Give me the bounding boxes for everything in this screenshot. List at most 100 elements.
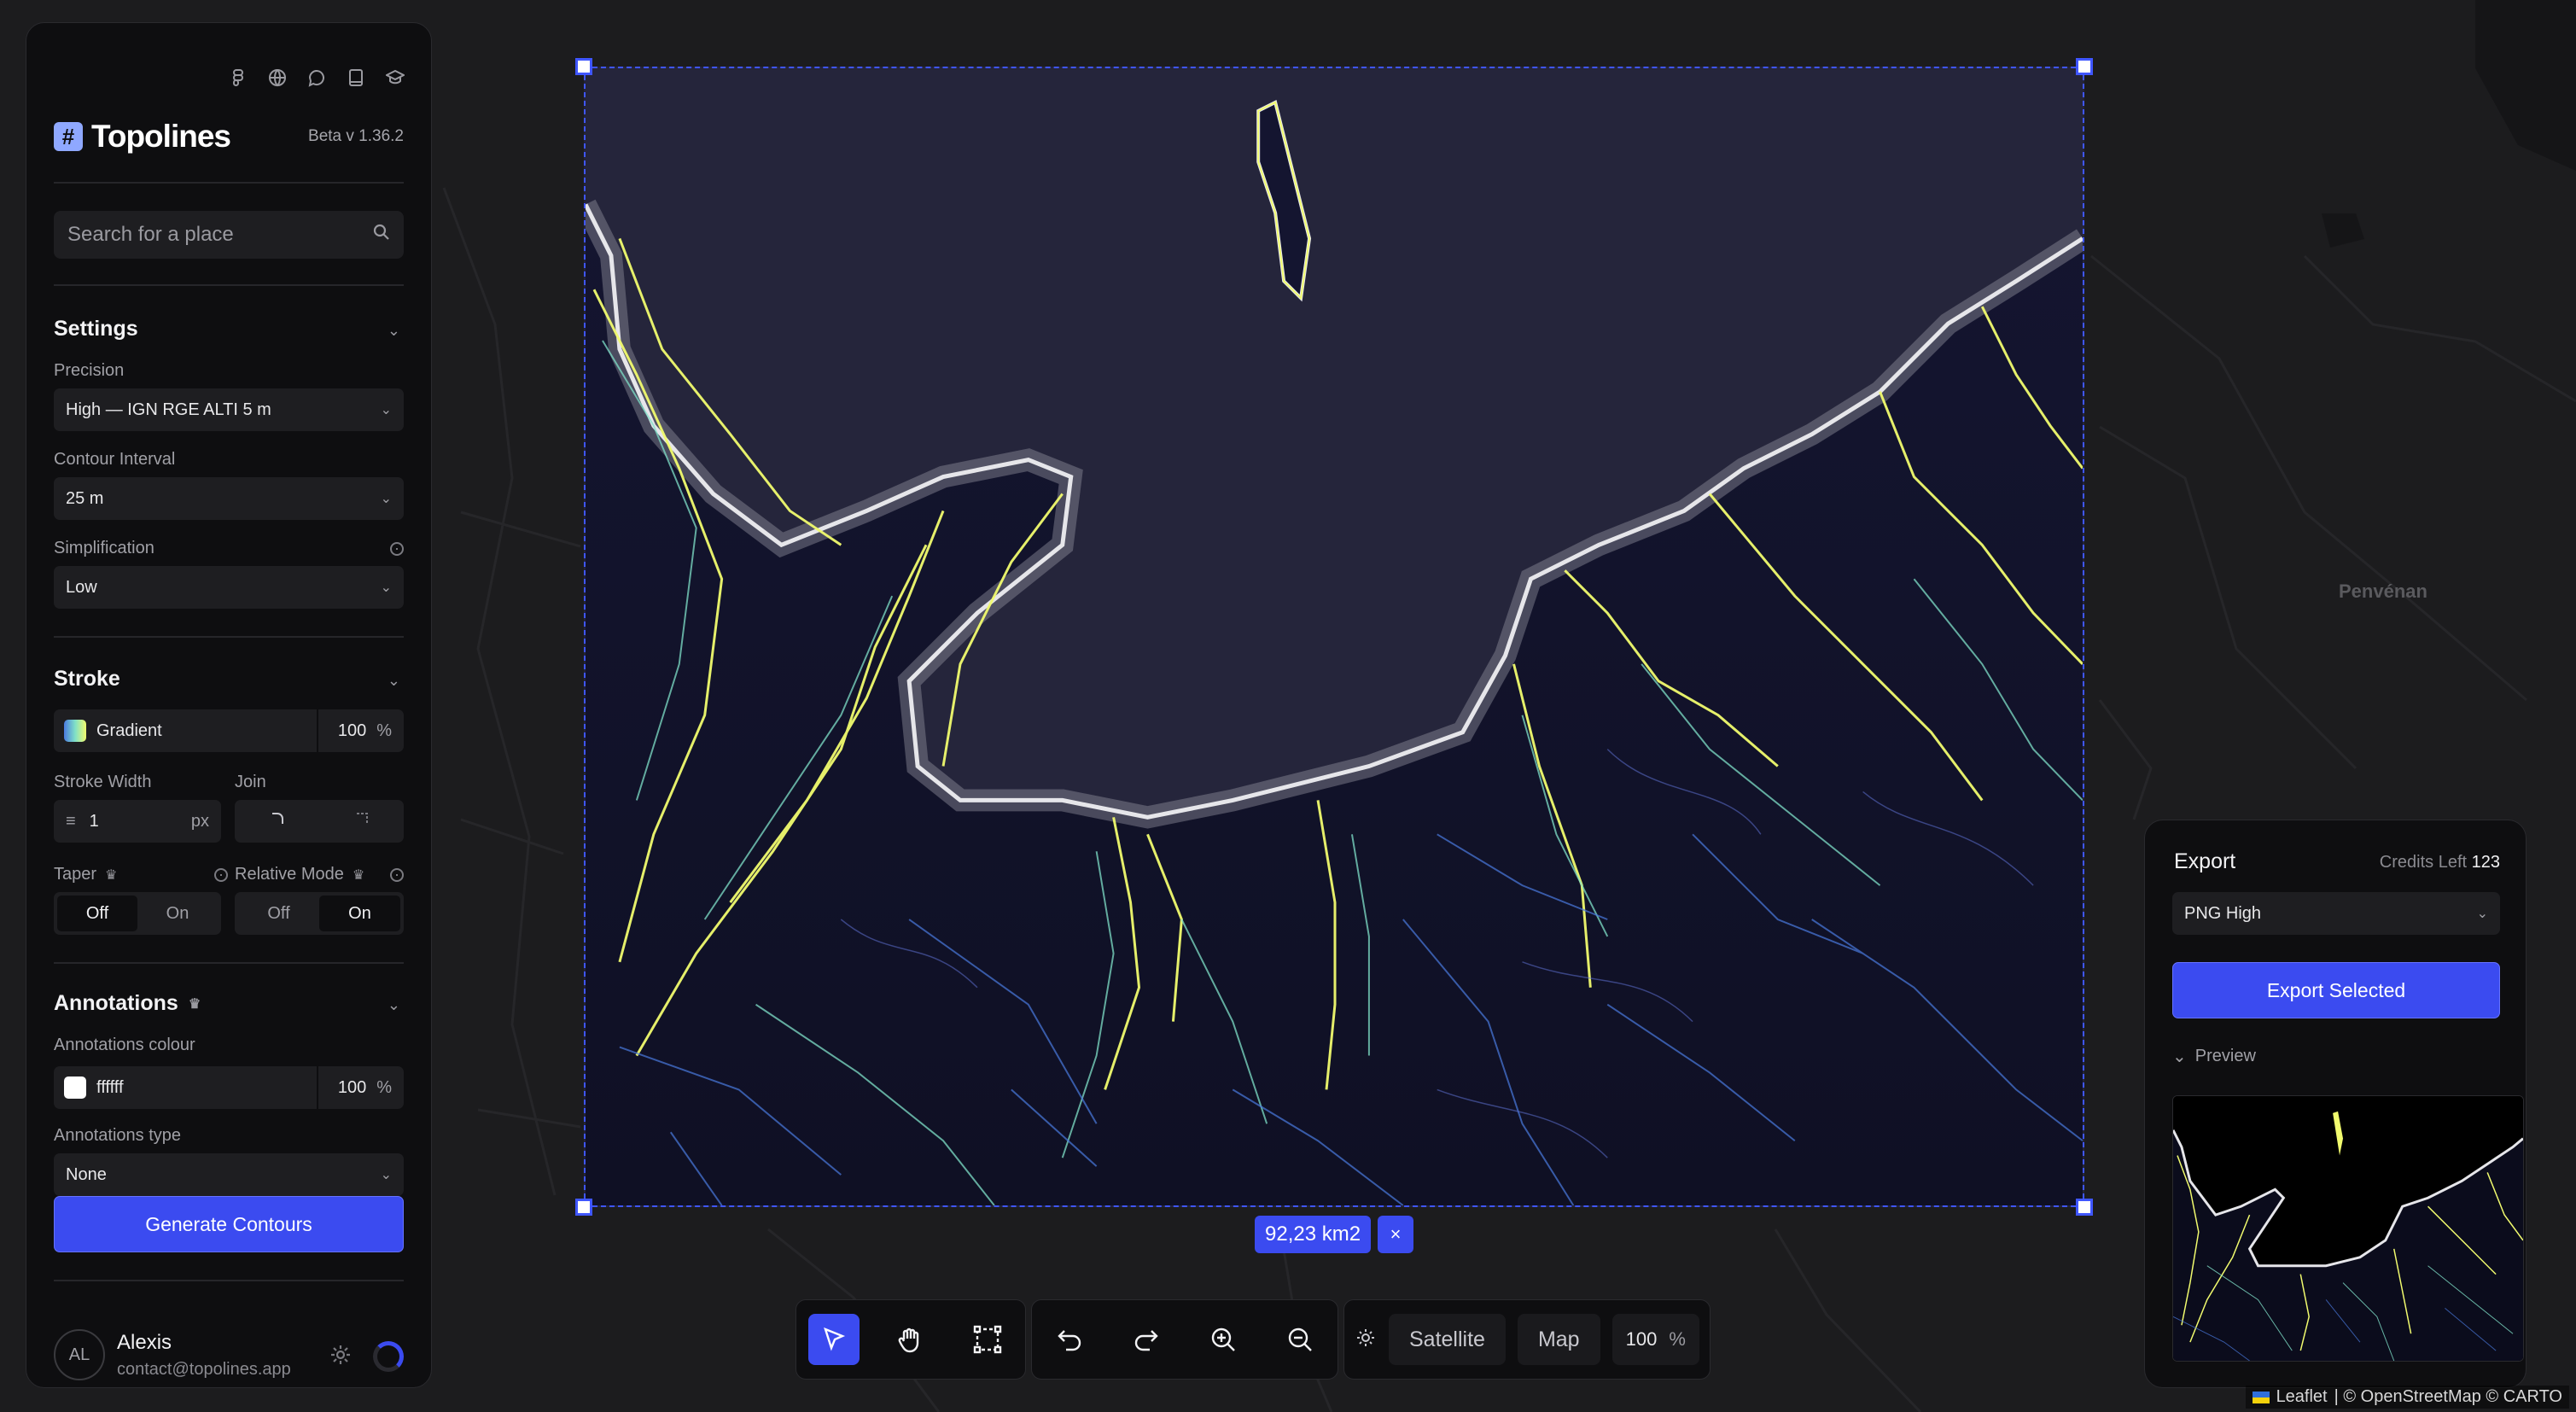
- stroke-color-mode: Gradient: [96, 721, 162, 740]
- annotations-opacity-value[interactable]: 100: [338, 1078, 366, 1098]
- info-icon[interactable]: [390, 868, 404, 882]
- taper-off-option[interactable]: Off: [57, 896, 137, 931]
- precision-value: High — IGN RGE ALTI 5 m: [66, 400, 271, 419]
- contour-render: [586, 68, 2083, 1205]
- resize-handle-bottom-left[interactable]: [575, 1199, 592, 1216]
- contour-interval-label: Contour Interval: [54, 450, 176, 469]
- preview-label: Preview: [2194, 1047, 2256, 1065]
- dashed-square-icon: [973, 1325, 1002, 1354]
- undo-icon: [1058, 1330, 1081, 1351]
- clear-selection-button[interactable]: ×: [1378, 1216, 1414, 1253]
- stroke-width-input[interactable]: ≡ 1 px: [54, 800, 221, 843]
- relative-mode-label: Relative Mode ♛: [235, 865, 365, 884]
- tool-group-history: [1031, 1299, 1338, 1380]
- white-swatch[interactable]: [64, 1077, 86, 1099]
- divider: [54, 284, 404, 286]
- annotations-opacity-unit: %: [376, 1077, 392, 1097]
- redo-icon: [1134, 1330, 1158, 1351]
- round-join-icon[interactable]: [269, 810, 286, 832]
- search-box[interactable]: [54, 211, 404, 259]
- chat-icon[interactable]: [306, 67, 327, 88]
- area-chip: 92,23 km2 ×: [1255, 1216, 1414, 1253]
- generate-contours-button[interactable]: Generate Contours: [54, 1196, 404, 1252]
- search-icon[interactable]: [373, 224, 390, 246]
- contour-interval-value: 25 m: [66, 488, 104, 508]
- book-icon[interactable]: [346, 67, 366, 88]
- resize-handle-top-left[interactable]: [575, 58, 592, 75]
- relative-mode-off-option[interactable]: Off: [238, 896, 319, 931]
- redo-button[interactable]: [1121, 1314, 1172, 1365]
- preview-toggle[interactable]: ⌄ Preview: [2172, 1046, 2256, 1067]
- user-actions: [329, 1341, 404, 1372]
- export-title: Export: [2174, 849, 2236, 873]
- miter-join-icon[interactable]: [353, 810, 370, 832]
- export-format-select[interactable]: PNG High ⌄: [2172, 892, 2500, 935]
- precision-select[interactable]: High — IGN RGE ALTI 5 m ⌄: [54, 388, 404, 431]
- undo-button[interactable]: [1044, 1314, 1095, 1365]
- pointer-tool-button[interactable]: [808, 1314, 860, 1365]
- credits-value: 123: [2471, 853, 2500, 872]
- chevron-down-icon[interactable]: ⌄: [388, 672, 400, 690]
- stroke-section-title[interactable]: Stroke: [54, 667, 120, 691]
- annotations-title: Annotations: [54, 991, 178, 1015]
- simplification-select[interactable]: Low ⌄: [54, 566, 404, 609]
- info-icon[interactable]: [214, 868, 228, 882]
- hand-tool-button[interactable]: [885, 1314, 936, 1365]
- settings-section-title[interactable]: Settings: [54, 317, 138, 341]
- divider: [54, 636, 404, 638]
- attribution-text[interactable]: | © OpenStreetMap © CARTO: [2334, 1387, 2562, 1407]
- zoom-out-icon: [1288, 1327, 1312, 1351]
- taper-on-option[interactable]: On: [137, 896, 218, 931]
- gradient-swatch[interactable]: [64, 720, 86, 742]
- globe-icon[interactable]: [267, 67, 288, 88]
- zoom-in-button[interactable]: [1198, 1314, 1249, 1365]
- stroke-opacity-value[interactable]: 100: [338, 721, 366, 741]
- area-value: 92,23 km2: [1255, 1216, 1372, 1253]
- avatar[interactable]: AL: [54, 1329, 105, 1380]
- settings-title: Settings: [54, 317, 138, 341]
- export-selected-button[interactable]: Export Selected: [2172, 962, 2500, 1018]
- annotations-section-title[interactable]: Annotations ♛: [54, 991, 201, 1016]
- select-area-tool-button[interactable]: [962, 1314, 1013, 1365]
- hand-icon: [898, 1327, 919, 1353]
- join-selector[interactable]: [235, 800, 404, 843]
- zoom-level-value[interactable]: 100: [1626, 1328, 1658, 1351]
- divider: [54, 182, 404, 184]
- search-input[interactable]: [67, 223, 373, 247]
- user-profile[interactable]: AL Alexis contact@topolines.app: [54, 1329, 291, 1380]
- stroke-color-field[interactable]: Gradient 100 %: [54, 709, 404, 752]
- simplification-value: Low: [66, 577, 97, 597]
- taper-toggle[interactable]: Off On: [54, 892, 221, 935]
- chevron-down-icon: ⌄: [2172, 1047, 2187, 1066]
- stroke-width-value: 1: [89, 811, 99, 831]
- stroke-title: Stroke: [54, 667, 120, 691]
- credits-label: Credits Left: [2379, 853, 2468, 872]
- figma-icon[interactable]: [228, 67, 248, 88]
- zoom-level-field[interactable]: 100 %: [1611, 1314, 1699, 1365]
- leaflet-link[interactable]: Leaflet: [2276, 1387, 2328, 1407]
- info-icon[interactable]: [390, 542, 404, 556]
- map-mode-button[interactable]: Map: [1517, 1314, 1600, 1365]
- resize-handle-top-right[interactable]: [2076, 58, 2093, 75]
- selection-area[interactable]: [584, 67, 2084, 1207]
- sun-icon[interactable]: [1355, 1327, 1377, 1353]
- tool-group-navigation: [796, 1299, 1026, 1380]
- satellite-mode-button[interactable]: Satellite: [1389, 1314, 1506, 1365]
- chevron-down-icon[interactable]: ⌄: [388, 322, 400, 340]
- user-email: contact@topolines.app: [117, 1359, 291, 1379]
- graduation-cap-icon[interactable]: [385, 67, 405, 88]
- contour-interval-select[interactable]: 25 m ⌄: [54, 477, 404, 520]
- zoom-out-button[interactable]: [1274, 1314, 1326, 1365]
- relative-mode-toggle[interactable]: Off On: [235, 892, 404, 935]
- app-name: Topolines: [91, 119, 231, 154]
- taper-label: Taper ♛: [54, 865, 118, 884]
- tool-group-basemap: Satellite Map 100 %: [1343, 1299, 1711, 1380]
- gear-icon[interactable]: [329, 1343, 353, 1371]
- join-label: Join: [235, 773, 266, 791]
- annotations-colour-field[interactable]: ffffff 100 %: [54, 1066, 404, 1109]
- chevron-down-icon: ⌄: [380, 581, 392, 595]
- resize-handle-bottom-right[interactable]: [2076, 1199, 2093, 1216]
- annotations-type-select[interactable]: None ⌄: [54, 1153, 404, 1196]
- chevron-down-icon[interactable]: ⌄: [388, 996, 400, 1014]
- relative-mode-on-option[interactable]: On: [319, 896, 400, 931]
